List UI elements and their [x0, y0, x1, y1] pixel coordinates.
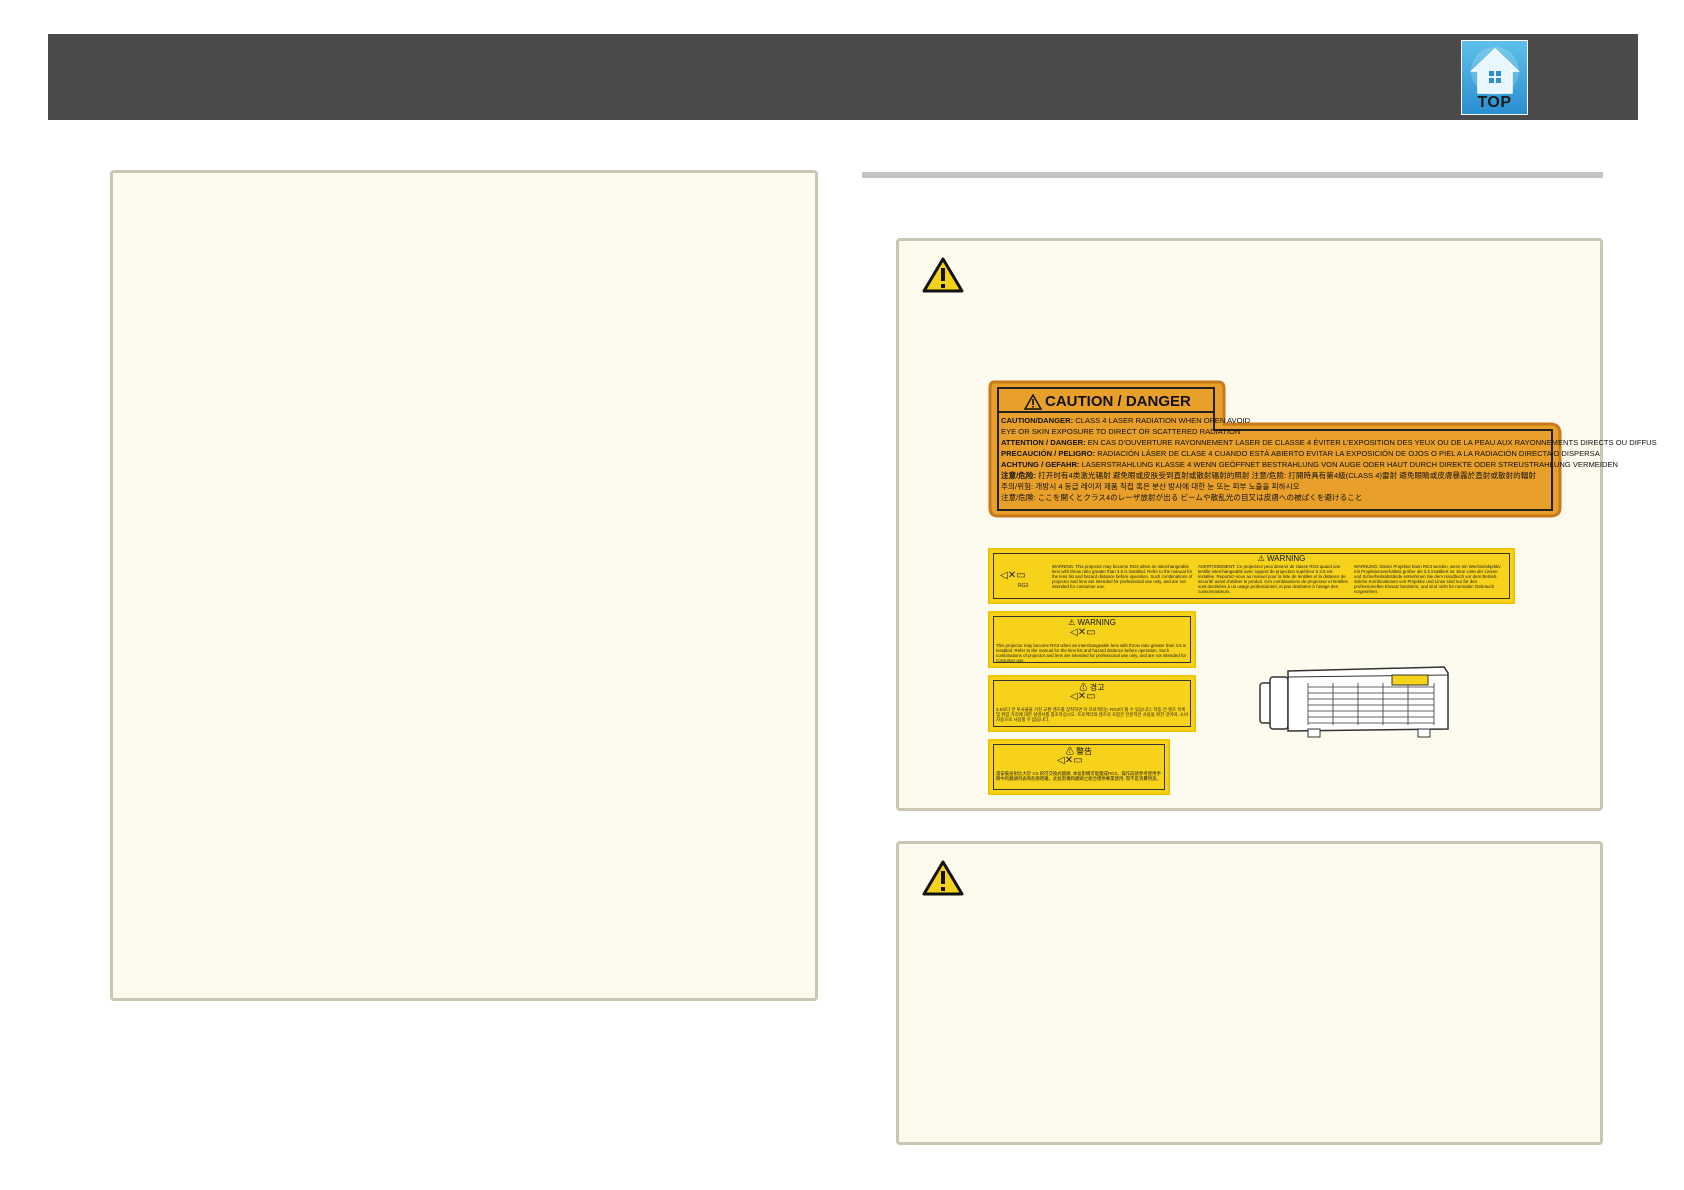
label-line: EYE OR SKIN EXPOSURE TO DIRECT OR SCATTE… — [1001, 427, 1241, 436]
label-line: 注意/危険: ここを開くとクラス4のレーザ放射が出る ビームや散乱光の目又は皮膚… — [1001, 493, 1363, 502]
header-bar — [48, 34, 1638, 120]
rg-label: RG3 — [1018, 583, 1029, 589]
caution-box — [896, 841, 1603, 1145]
warning-text-en: WARNING: This projector may become RG3 w… — [1052, 564, 1193, 589]
beam-symbol-icon: ◁✕▭ — [1057, 755, 1083, 766]
label-line: CAUTION/DANGER: CLASS 4 LASER RADIATION … — [1001, 416, 1251, 425]
beam-symbol-icon: ◁✕▭ — [1070, 627, 1096, 638]
warning-text-fr: AVERTISSEMENT: Ce projecteur peut deveni… — [1198, 564, 1348, 594]
warning-label-korean: ⚠ 경고 ◁✕▭ 3.5보다 큰 투사율을 가진 교환 렌즈를 장착하면 이 프… — [988, 675, 1196, 732]
warning-label-title: ⚠ WARNING — [1257, 554, 1306, 563]
label-line: ATTENTION / DANGER: EN CAS D'OUVERTURE R… — [1001, 438, 1657, 447]
home-icon — [1470, 47, 1520, 95]
projector-illustration — [1259, 666, 1449, 738]
beam-symbol-icon: ◁✕▭ — [1070, 691, 1096, 702]
top-button[interactable]: TOP — [1461, 40, 1528, 115]
warning-label-chinese: ⚠ 警告 ◁✕▭ 當安裝投射比大於 3.5 的可交換式鏡頭, 本投影機可能變成R… — [988, 739, 1170, 795]
warning-label-english: ⚠ WARNING ◁✕▭ This projector may become … — [988, 611, 1196, 668]
warning-label-title: ⚠ WARNING — [1068, 618, 1116, 627]
caution-triangle-icon — [1024, 394, 1042, 410]
top-button-label: TOP — [1477, 94, 1512, 111]
warning-triangle-icon — [922, 860, 964, 896]
beam-symbol-icon: ◁✕▭ — [1000, 570, 1026, 581]
label-line: 注意/危险: 打开时有4类激光辐射 避免眼或皮肤受到直射或散射辐射的照射 注意/… — [1001, 471, 1536, 480]
warning-text: 3.5보다 큰 투사율을 가진 교환 렌즈를 장착하면 이 프로젝터는 RG3이… — [996, 707, 1188, 722]
note-box — [110, 170, 818, 1001]
label-line: 주의/위험: 개방시 4 등급 레이저 제품 직접 혹은 분산 방사에 대한 눈… — [1001, 482, 1300, 491]
label-line: ACHTUNG / GEFAHR: LASERSTRAHLUNG KLASSE … — [1001, 460, 1619, 469]
warning-triangle-icon — [922, 257, 964, 293]
warning-text: 當安裝投射比大於 3.5 的可交換式鏡頭, 本投影機可能變成RG3。操作前請參考… — [996, 771, 1161, 781]
label-line: PRECAUCIÓN / PELIGRO: RADIACIÓN LÁSER DE… — [1001, 449, 1600, 458]
caution-danger-title: CAUTION / DANGER — [1045, 393, 1191, 410]
caution-danger-label: CAUTION / DANGER CAUTION/DANGER: CLASS 4… — [988, 380, 1657, 518]
warning-text: This projector may become RG3 when an in… — [996, 643, 1187, 663]
warning-label-multilingual: ⚠ WARNING ◁✕▭ RG3 WARNING: This projecto… — [988, 548, 1515, 604]
section-rule — [862, 172, 1603, 178]
warning-text-de: WARNUNG: Dieser Projektor kann RG3 werde… — [1354, 564, 1501, 594]
